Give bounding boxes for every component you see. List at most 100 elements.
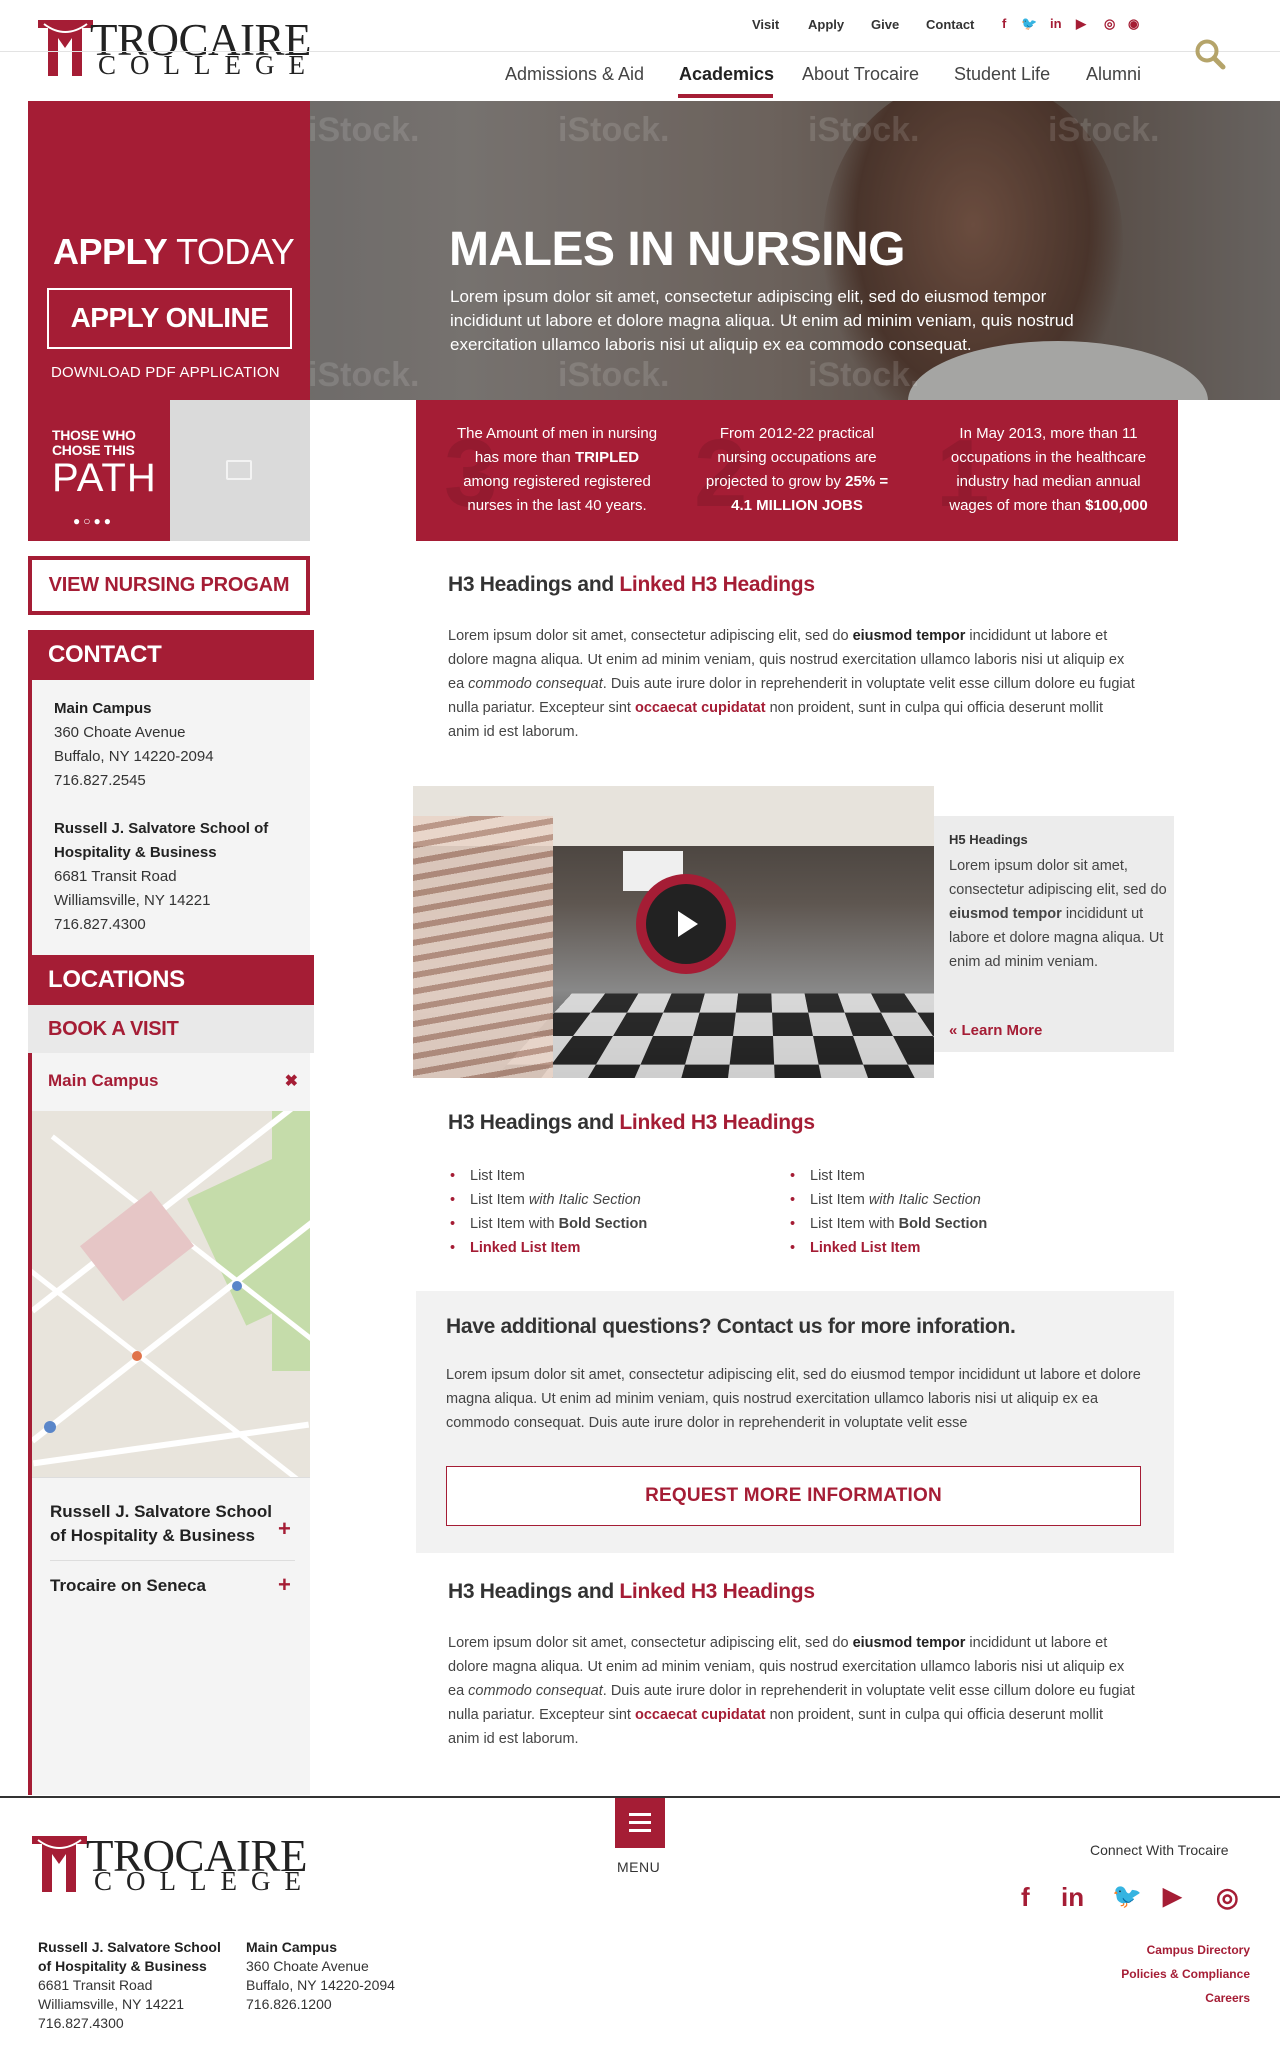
heading-link[interactable]: Linked H3 Headings bbox=[619, 1111, 815, 1134]
menu-icon bbox=[629, 1821, 651, 1824]
logo-word-college: COLLEGE bbox=[94, 1866, 315, 1896]
inline-link[interactable]: occaecat cupidatat bbox=[635, 1707, 766, 1723]
card-text: Lorem ipsum dolor sit amet, consectetur … bbox=[949, 858, 1167, 970]
list-item: List Item bbox=[450, 1164, 647, 1188]
questions-heading: Have additional questions? Contact us fo… bbox=[446, 1315, 1016, 1338]
policies-link[interactable]: Policies & Compliance bbox=[1121, 1967, 1250, 1981]
video-skeleton bbox=[413, 816, 553, 1078]
nav-about[interactable]: About Trocaire bbox=[802, 64, 919, 85]
expand-plus-icon[interactable]: + bbox=[278, 1516, 291, 1542]
heading-link[interactable]: Linked H3 Headings bbox=[619, 1580, 815, 1603]
campus-main-row[interactable]: Main Campus ✖ bbox=[28, 1071, 314, 1101]
play-button[interactable] bbox=[636, 874, 736, 974]
twitter-icon[interactable]: 🐦 bbox=[1112, 1882, 1142, 1911]
path-slider[interactable]: THOSE WHO CHOSE THIS PATH ●○●● bbox=[28, 400, 170, 541]
linkedin-icon[interactable]: in bbox=[1061, 1882, 1084, 1913]
campus-directory-link[interactable]: Campus Directory bbox=[1147, 1943, 1250, 1957]
map-campus-building bbox=[79, 1190, 195, 1302]
site-footer: TROCAIRE COLLEGE MENU Connect With Troca… bbox=[0, 1796, 1280, 2067]
stats-bar: 3 2 1 The Amount of men in nursing has m… bbox=[416, 400, 1178, 541]
list-item: List Item with Italic Section bbox=[450, 1188, 647, 1212]
list-item[interactable]: Linked List Item bbox=[790, 1236, 987, 1260]
map-marker-icon[interactable] bbox=[232, 1281, 242, 1291]
campus-map[interactable] bbox=[32, 1111, 310, 1477]
facebook-icon[interactable]: f bbox=[1002, 16, 1006, 31]
book-visit-button[interactable]: BOOK A VISIT bbox=[28, 1005, 314, 1053]
location-item-seneca[interactable]: Trocaire on Seneca bbox=[50, 1574, 280, 1598]
footer-address-main: Main Campus 360 Choate Avenue Buffalo, N… bbox=[246, 1939, 395, 2012]
rss-icon[interactable]: ◉ bbox=[1128, 16, 1139, 32]
nav-active-indicator bbox=[678, 94, 773, 98]
watermark: iStock. bbox=[308, 111, 420, 149]
image-icon bbox=[226, 460, 252, 480]
instagram-icon[interactable]: ◎ bbox=[1216, 1882, 1239, 1913]
locations-heading: LOCATIONS bbox=[28, 955, 314, 1005]
path-image-placeholder bbox=[170, 400, 310, 541]
util-give-link[interactable]: Give bbox=[871, 17, 899, 32]
close-icon[interactable]: ✖ bbox=[285, 1071, 298, 1091]
watermark: iStock. bbox=[808, 111, 920, 149]
search-icon[interactable] bbox=[1194, 38, 1226, 70]
site-header: TROCAIRE COLLEGE Visit Apply Give Contac… bbox=[0, 0, 1280, 101]
main-campus-address: Main Campus 360 Choate Avenue Buffalo, N… bbox=[54, 700, 214, 789]
facebook-icon[interactable]: f bbox=[1021, 1882, 1030, 1913]
slider-dots[interactable]: ●○●● bbox=[73, 514, 114, 528]
contact-heading: CONTACT bbox=[28, 630, 314, 680]
location-item-salvatore[interactable]: Russell J. Salvatore School of Hospitalit… bbox=[50, 1500, 280, 1548]
path-subtitle: THOSE WHO CHOSE THIS bbox=[52, 427, 136, 458]
watermark: iStock. bbox=[308, 356, 420, 394]
apply-panel: APPLY TODAY APPLY ONLINE DOWNLOAD PDF AP… bbox=[28, 101, 310, 400]
linkedin-icon[interactable]: in bbox=[1050, 16, 1062, 31]
apply-online-button[interactable]: APPLY ONLINE bbox=[47, 288, 292, 349]
view-nursing-program-button[interactable]: VIEW NURSING PROGAM bbox=[28, 556, 310, 615]
list-item[interactable]: Linked List Item bbox=[450, 1236, 647, 1260]
footer-logo[interactable]: TROCAIRE COLLEGE bbox=[32, 1834, 315, 1896]
instagram-icon[interactable]: ◎ bbox=[1104, 16, 1115, 32]
heading-link[interactable]: Linked H3 Headings bbox=[619, 573, 815, 596]
body-paragraph: Lorem ipsum dolor sit amet, consectetur … bbox=[448, 628, 1135, 740]
util-apply-link[interactable]: Apply bbox=[808, 17, 844, 32]
sidebar-divider bbox=[32, 1477, 310, 1478]
nav-academics[interactable]: Academics bbox=[679, 64, 774, 85]
logo[interactable]: TROCAIRE COLLEGE bbox=[38, 18, 312, 80]
logo-mark-icon bbox=[38, 20, 93, 76]
menu-icon bbox=[629, 1813, 651, 1816]
util-visit-link[interactable]: Visit bbox=[752, 17, 779, 32]
salvatore-address: Russell J. Salvatore School of Hospitali… bbox=[54, 820, 269, 933]
youtube-icon[interactable]: ▶ bbox=[1163, 1882, 1181, 1911]
menu-label: MENU bbox=[617, 1859, 661, 1875]
stat-item: In May 2013, more than 11 occupations in… bbox=[949, 425, 1148, 514]
careers-link[interactable]: Careers bbox=[1205, 1991, 1250, 2005]
watermark: iStock. bbox=[808, 356, 920, 394]
menu-icon bbox=[629, 1829, 651, 1832]
path-title: PATH bbox=[52, 456, 157, 500]
inline-link[interactable]: occaecat cupidatat bbox=[635, 700, 766, 716]
list-item: List Item with Italic Section bbox=[790, 1188, 987, 1212]
list-item: List Item with Bold Section bbox=[790, 1212, 987, 1236]
apply-today-heading: APPLY TODAY bbox=[53, 231, 295, 272]
video-player[interactable] bbox=[413, 786, 934, 1078]
footer-links: Campus Directory Policies & Compliance C… bbox=[1060, 1938, 1250, 2010]
nav-admissions[interactable]: Admissions & Aid bbox=[505, 64, 644, 85]
sidebar-divider bbox=[50, 1560, 295, 1561]
questions-text: Lorem ipsum dolor sit amet, consectetur … bbox=[446, 1367, 1141, 1431]
request-info-button[interactable]: REQUEST MORE INFORMATION bbox=[446, 1466, 1141, 1526]
map-marker-icon[interactable] bbox=[44, 1421, 56, 1433]
watermark: iStock. bbox=[558, 111, 670, 149]
youtube-icon[interactable]: ▶ bbox=[1076, 16, 1086, 32]
nav-student-life[interactable]: Student Life bbox=[954, 64, 1050, 85]
connect-label: Connect With Trocaire bbox=[1090, 1842, 1229, 1858]
twitter-icon[interactable]: 🐦 bbox=[1021, 16, 1037, 32]
download-pdf-link[interactable]: DOWNLOAD PDF APPLICATION bbox=[51, 364, 280, 381]
learn-more-link[interactable]: « Learn More bbox=[949, 1022, 1042, 1039]
section-heading: H3 Headings and Linked H3 Headings bbox=[448, 573, 815, 596]
hero-text: Lorem ipsum dolor sit amet, consectetur … bbox=[450, 287, 1074, 354]
util-contact-link[interactable]: Contact bbox=[926, 17, 974, 32]
expand-plus-icon[interactable]: + bbox=[278, 1572, 291, 1598]
logo-mark-icon bbox=[32, 1836, 87, 1892]
section-heading: H3 Headings and Linked H3 Headings bbox=[448, 1111, 815, 1134]
watermark: iStock. bbox=[1048, 111, 1160, 149]
map-marker-icon[interactable] bbox=[132, 1351, 142, 1361]
menu-button[interactable] bbox=[615, 1798, 665, 1848]
nav-alumni[interactable]: Alumni bbox=[1086, 64, 1141, 85]
